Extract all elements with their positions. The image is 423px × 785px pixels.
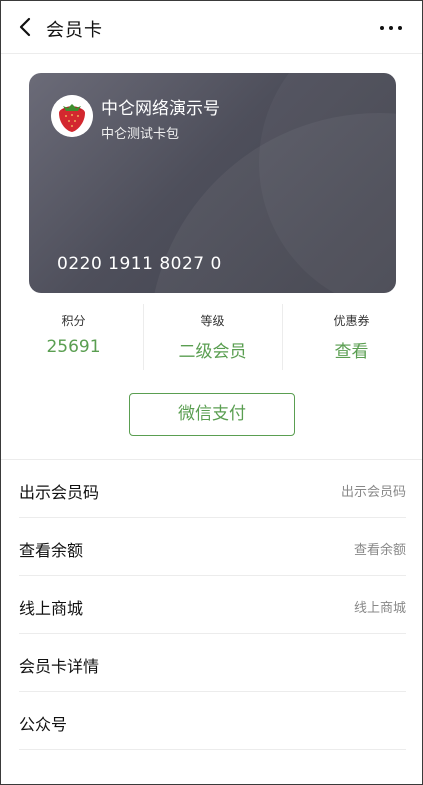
stat-value: 二级会员 <box>178 342 247 362</box>
card-name: 中仑测试卡包 <box>101 127 180 142</box>
stat-coupons[interactable]: 优惠券 查看 <box>282 302 421 372</box>
stat-level[interactable]: 等级 二级会员 <box>143 302 282 372</box>
menu-item-hint: 查看余额 <box>353 543 406 558</box>
merchant-name: 中仑网络演示号 <box>101 99 220 119</box>
stat-label: 优惠券 <box>333 314 370 328</box>
wechat-pay-button[interactable]: 微信支付 <box>129 393 295 436</box>
merchant-logo-icon <box>51 95 93 137</box>
menu-item-title: 查看余额 <box>19 541 84 560</box>
menu-item-online-mall[interactable]: 线上商城 线上商城 <box>1 576 422 634</box>
membership-card[interactable]: 中仑网络演示号 中仑测试卡包 0220 1911 8027 0 <box>29 73 396 293</box>
menu-item-title: 会员卡详情 <box>19 657 100 676</box>
stat-label: 等级 <box>200 314 225 328</box>
menu-item-show-member-code[interactable]: 出示会员码 出示会员码 <box>1 460 422 518</box>
app-frame: 会员卡 中仑网络演示号 中仑测试卡包 0220 1911 8027 0 积分 2… <box>0 0 423 785</box>
more-menu-icon[interactable] <box>378 17 404 37</box>
menu-item-official-account[interactable]: 公众号 <box>1 692 422 750</box>
page-title: 会员卡 <box>46 20 103 41</box>
nav-bar: 会员卡 <box>1 1 422 54</box>
member-stats: 积分 25691 等级 二级会员 优惠券 查看 <box>1 302 422 372</box>
back-chevron-icon[interactable] <box>15 15 37 39</box>
menu-item-title: 线上商城 <box>19 599 84 618</box>
menu-item-title: 公众号 <box>19 715 68 734</box>
stat-label: 积分 <box>61 314 86 328</box>
stat-value: 25691 <box>46 337 101 357</box>
card-number: 0220 1911 8027 0 <box>57 254 222 274</box>
menu-item-hint: 出示会员码 <box>340 485 406 500</box>
menu-item-hint: 线上商城 <box>353 601 406 616</box>
stat-value: 查看 <box>334 342 369 362</box>
menu-item-check-balance[interactable]: 查看余额 查看余额 <box>1 518 422 576</box>
menu-item-card-details[interactable]: 会员卡详情 <box>1 634 422 692</box>
row-divider <box>19 749 406 750</box>
menu-item-title: 出示会员码 <box>19 483 100 502</box>
stat-points[interactable]: 积分 25691 <box>4 302 143 372</box>
